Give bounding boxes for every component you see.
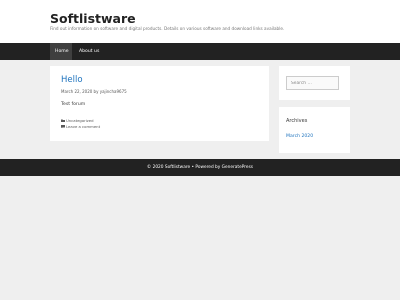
comment-icon <box>61 124 65 129</box>
folder-icon <box>61 118 65 123</box>
post-comment-row: Leave a comment <box>61 124 100 129</box>
site-footer: © 2020 Softlistware • Powered by Generat… <box>0 159 400 176</box>
search-input[interactable] <box>286 76 339 90</box>
post-meta: March 22, 2020 by yajincha9675 <box>61 89 127 94</box>
main-navigation: Home About us <box>0 43 400 60</box>
archive-link-march-2020[interactable]: March 2020 <box>286 134 313 139</box>
post-category-row: Uncategorized <box>61 118 94 123</box>
site-description: Find out information on software and dig… <box>50 26 285 31</box>
nav-item-home[interactable]: Home <box>50 43 72 60</box>
leave-comment-link[interactable]: Leave a comment <box>66 124 100 129</box>
post-category-link[interactable]: Uncategorized <box>66 118 94 123</box>
post-content: Test forum <box>61 102 86 107</box>
footer-text: © 2020 Softlistware • Powered by Generat… <box>146 165 254 170</box>
post-title-link[interactable]: Hello <box>61 75 83 85</box>
site-title[interactable]: Softlistware <box>50 11 136 26</box>
post-article: Hello March 22, 2020 by yajincha9675 Tes… <box>50 66 269 141</box>
nav-item-about-us[interactable]: About us <box>74 43 104 60</box>
site-header: Softlistware Find out information on sof… <box>0 0 400 43</box>
search-widget <box>279 66 350 100</box>
archives-widget: Archives March 2020 <box>279 107 350 153</box>
archives-title: Archives <box>286 118 308 124</box>
